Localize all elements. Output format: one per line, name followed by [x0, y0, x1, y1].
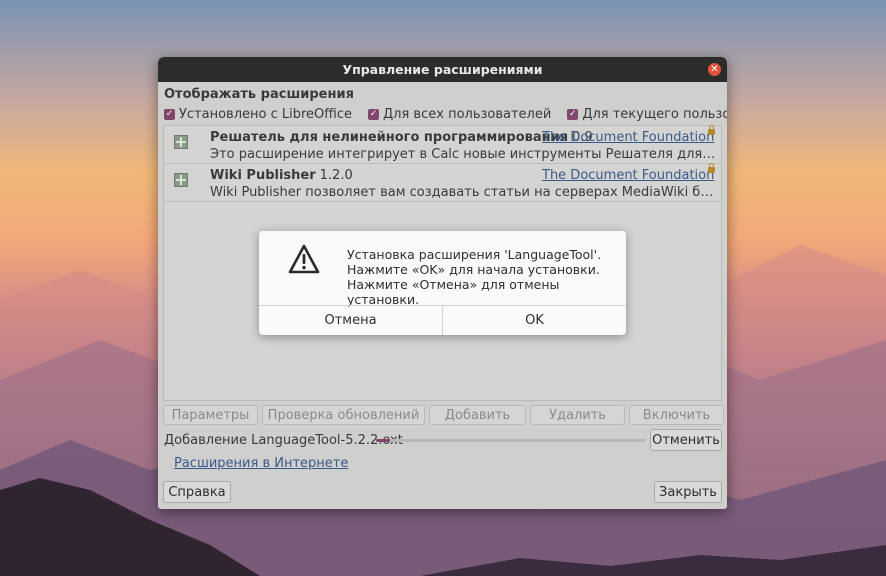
- extension-item[interactable]: Решатель для нелинейного программировани…: [164, 125, 721, 164]
- close-icon: ✕: [710, 64, 719, 75]
- help-button[interactable]: Справка: [163, 481, 231, 503]
- dialog-message-line: Нажмите «OK» для начала установки.: [347, 262, 600, 277]
- extension-icon: [174, 135, 188, 149]
- extension-name: Решатель для нелинейного программировани…: [210, 130, 593, 145]
- dialog-message-line: Установка расширения 'LanguageTool'.: [347, 247, 602, 262]
- lock-icon: [708, 125, 715, 135]
- extension-publisher-link[interactable]: The Document Foundation: [542, 168, 714, 183]
- title-bar[interactable]: Управление расширениями ✕: [158, 57, 727, 82]
- checkbox-label: Установлено с LibreOffice: [179, 107, 353, 122]
- checkbox-label: Для текущего пользователя: [582, 107, 727, 122]
- progress-label: Добавление LanguageTool-5.2.2.oxt: [164, 433, 403, 448]
- dialog-cancel-button[interactable]: Отмена: [259, 306, 442, 335]
- check-updates-button[interactable]: Проверка обновлений: [262, 405, 425, 425]
- extension-publisher-link[interactable]: The Document Foundation: [542, 130, 714, 145]
- remove-button[interactable]: Удалить: [530, 405, 625, 425]
- extension-icon: [174, 173, 188, 187]
- checkbox-checked-icon[interactable]: ✓: [164, 109, 175, 120]
- filter-checkboxes: ✓ Установлено с LibreOffice ✓ Для всех п…: [164, 107, 727, 122]
- extension-description: Wiki Publisher позволяет вам создавать с…: [210, 185, 716, 200]
- lock-icon: [708, 163, 715, 173]
- online-extensions-link[interactable]: Расширения в Интернете: [174, 456, 348, 471]
- warning-icon: [287, 243, 321, 279]
- options-button[interactable]: Параметры: [163, 405, 258, 425]
- extension-actions: Параметры Проверка обновлений Добавить У…: [163, 405, 724, 425]
- extension-version: 1.2.0: [319, 168, 353, 183]
- checkbox-bundled[interactable]: ✓ Установлено с LibreOffice: [164, 107, 352, 122]
- close-window-button[interactable]: ✕: [708, 63, 721, 76]
- dialog-message: Установка расширения 'LanguageTool'. Наж…: [347, 247, 626, 307]
- progress-bar: [376, 439, 646, 442]
- close-button[interactable]: Закрыть: [654, 481, 722, 503]
- dialog-message-line: Нажмите «Отмена» для отмены установки.: [347, 277, 560, 307]
- checkbox-checked-icon[interactable]: ✓: [368, 109, 380, 120]
- checkbox-all-users[interactable]: ✓ Для всех пользователей: [368, 107, 551, 122]
- install-confirm-dialog: Установка расширения 'LanguageTool'. Наж…: [259, 231, 626, 335]
- checkbox-label: Для всех пользователей: [383, 107, 552, 122]
- add-button[interactable]: Добавить: [429, 405, 526, 425]
- checkbox-current-user[interactable]: ✓ Для текущего пользователя: [567, 107, 727, 122]
- extension-name-text: Решатель для нелинейного программировани…: [210, 130, 569, 145]
- filter-section-title: Отображать расширения: [164, 87, 354, 102]
- dialog-buttons: Отмена OK: [259, 305, 626, 335]
- enable-button[interactable]: Включить: [629, 405, 724, 425]
- extension-item[interactable]: Wiki Publisher 1.2.0 The Document Foundat…: [164, 163, 721, 202]
- extension-description: Это расширение интегрирует в Calc новые …: [210, 147, 716, 162]
- checkbox-checked-icon[interactable]: ✓: [567, 109, 579, 120]
- extension-name-text: Wiki Publisher: [210, 168, 316, 183]
- dialog-ok-button[interactable]: OK: [442, 306, 626, 335]
- cancel-install-button[interactable]: Отменить: [650, 429, 722, 451]
- progress-fill: [376, 439, 390, 442]
- extension-name: Wiki Publisher 1.2.0: [210, 168, 353, 183]
- window-title: Управление расширениями: [342, 62, 543, 77]
